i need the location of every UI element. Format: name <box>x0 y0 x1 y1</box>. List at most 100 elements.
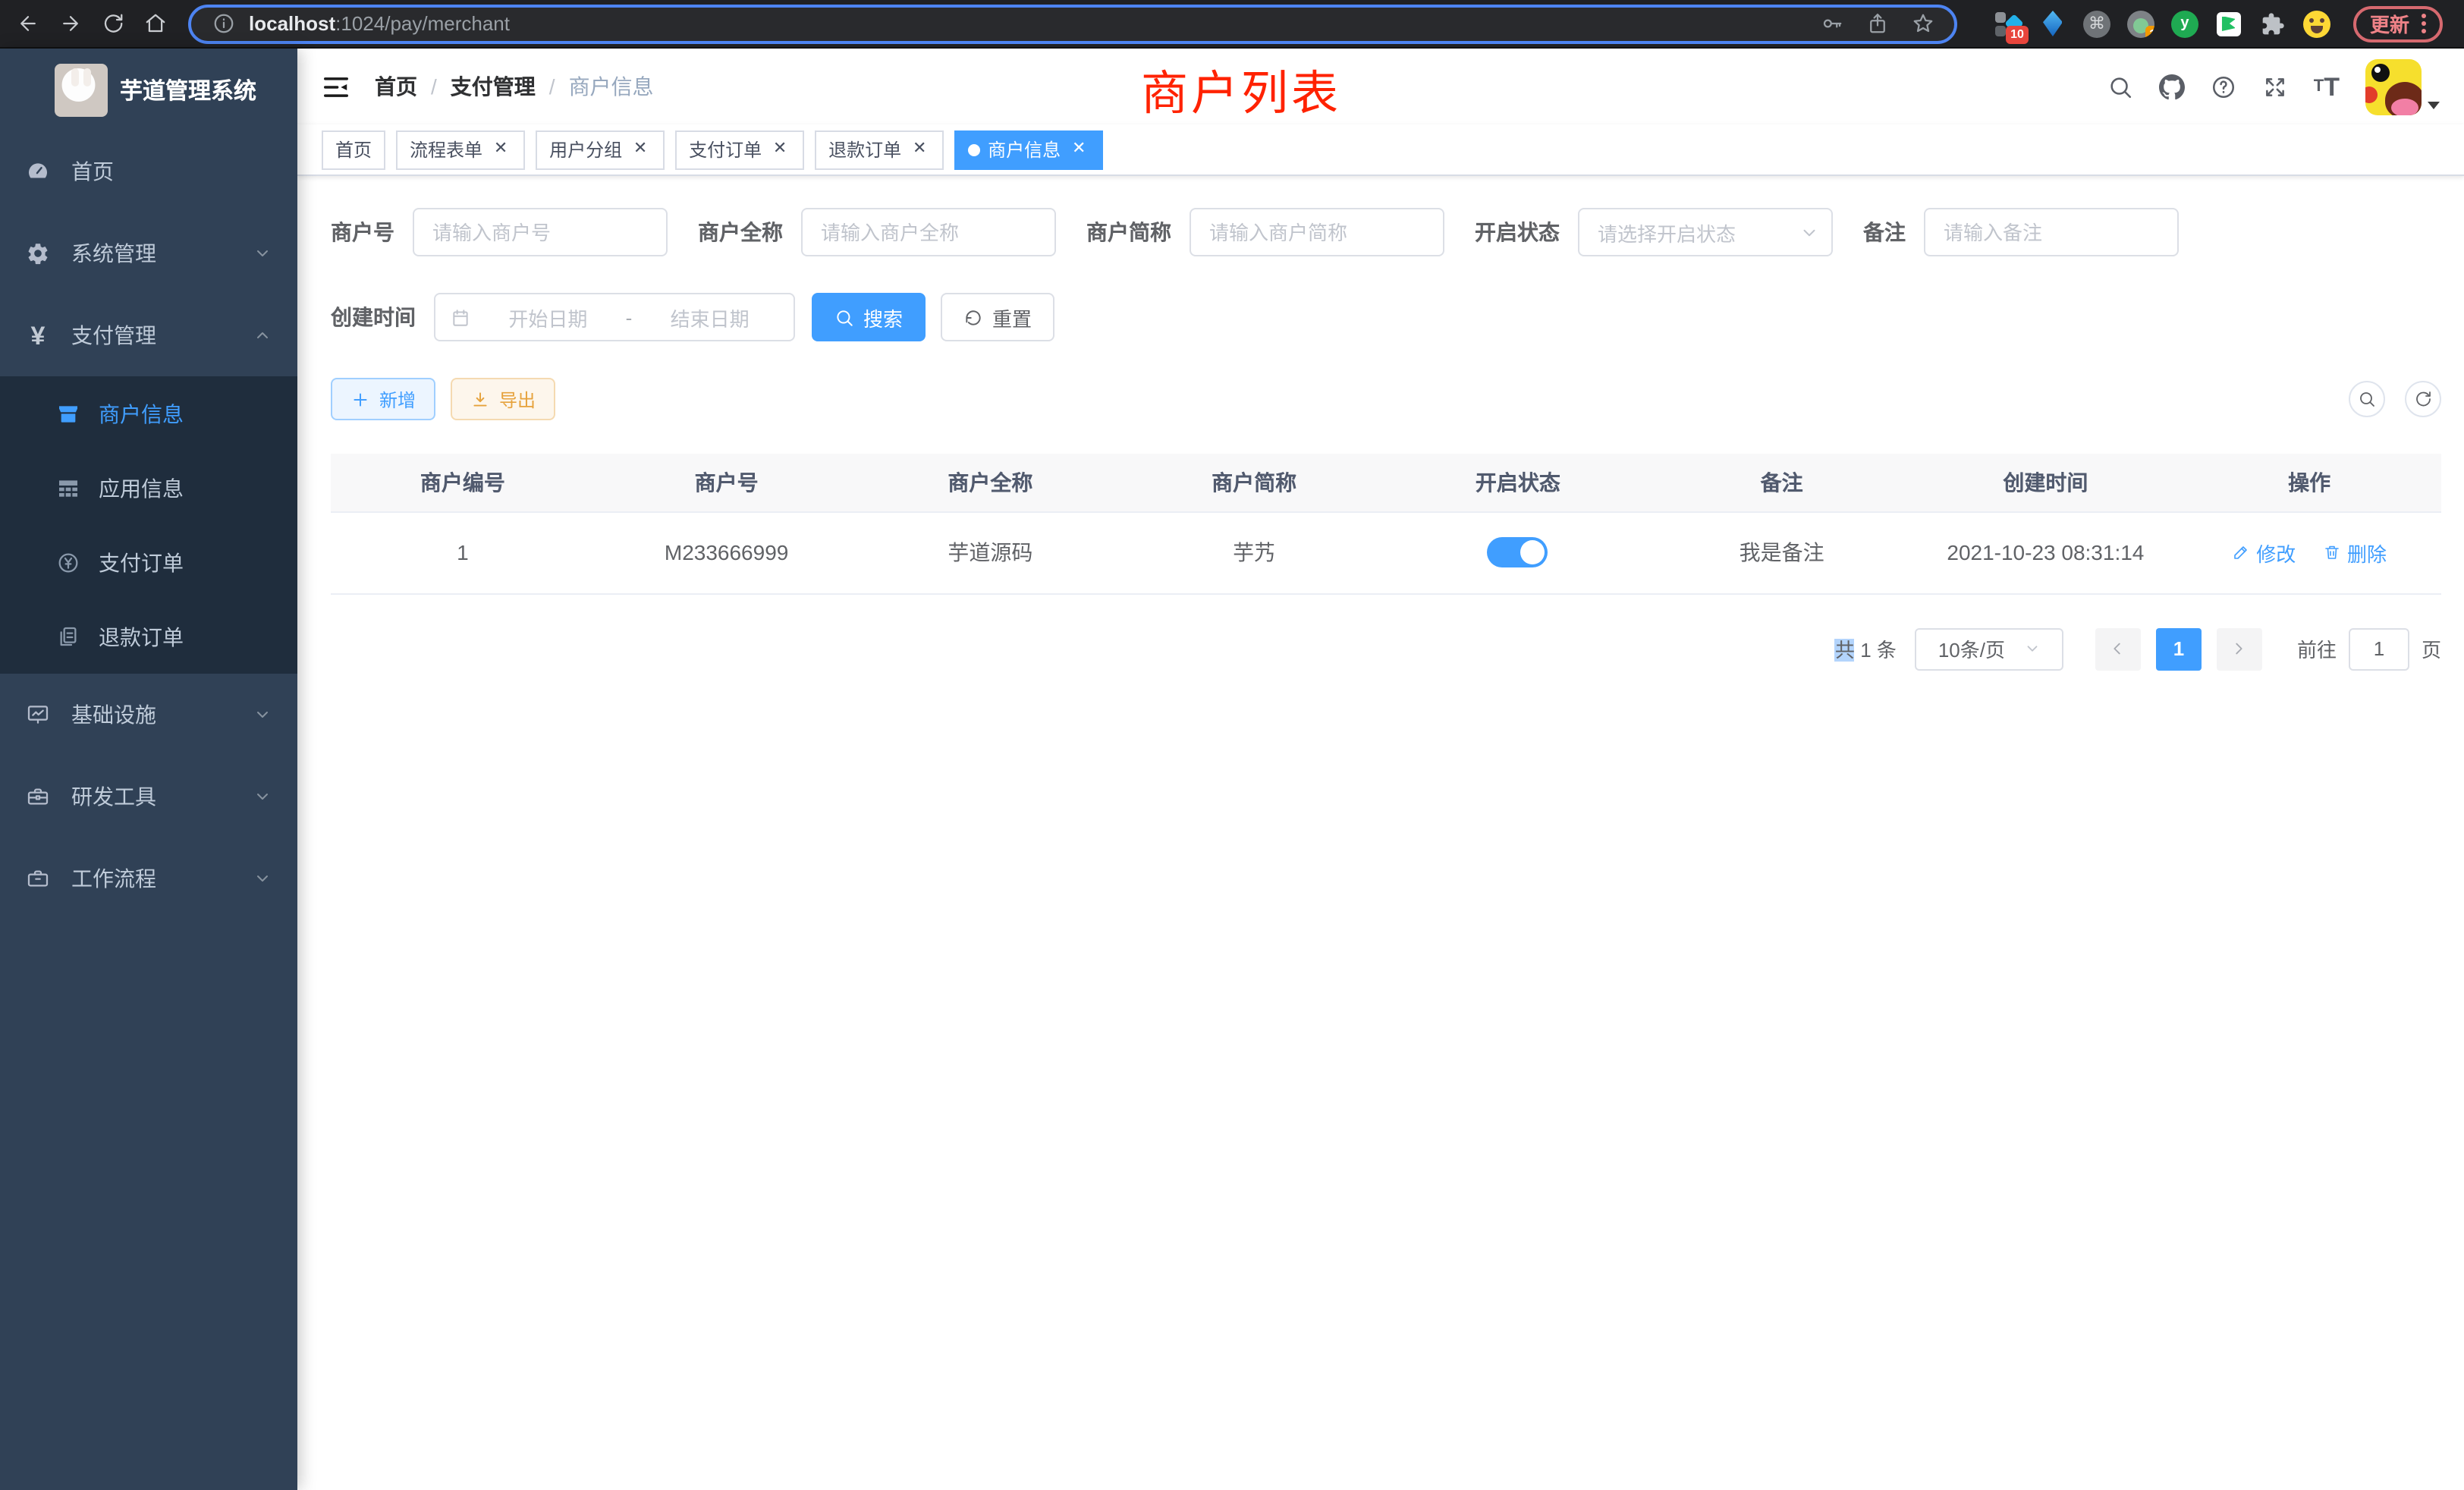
page-number-button[interactable]: 1 <box>2156 627 2202 670</box>
refresh-table-button[interactable] <box>2405 381 2441 417</box>
col-merchant-no: 商户号 <box>595 454 859 511</box>
url-host: localhost <box>249 12 335 35</box>
status-toggle[interactable] <box>1488 537 1548 567</box>
sidebar-item-pay[interactable]: ¥ 支付管理 <box>0 294 297 376</box>
breadcrumb-pay[interactable]: 支付管理 <box>451 71 536 102</box>
goto-page-input[interactable] <box>2349 627 2409 670</box>
font-size-icon[interactable]: TT <box>2314 74 2340 99</box>
extensions-puzzle-icon[interactable] <box>2259 10 2286 37</box>
col-create-time: 创建时间 <box>1914 454 2178 511</box>
sidebar-item-refund-order[interactable]: 退款订单 <box>0 599 297 674</box>
remark-input[interactable] <box>1924 208 2179 256</box>
cell-create-time: 2021-10-23 08:31:14 <box>1914 511 2178 593</box>
browser-update-button[interactable]: 更新 <box>2353 5 2443 42</box>
tab-flow-form[interactable]: 流程表单 ✕ <box>396 130 525 169</box>
extension-command-icon[interactable]: ⌘ <box>2083 10 2110 37</box>
header-search-icon[interactable] <box>2107 74 2133 99</box>
browser-menu-icon[interactable] <box>2422 14 2426 33</box>
avatar[interactable] <box>2365 58 2422 115</box>
github-icon[interactable] <box>2159 74 2185 99</box>
reset-button[interactable]: 重置 <box>941 293 1054 341</box>
sidebar-fold-icon[interactable] <box>322 72 350 101</box>
pagination: 共 1 条 10条/页 1 前往 页 <box>331 627 2441 670</box>
extension-y-icon[interactable]: y <box>2171 10 2198 37</box>
breadcrumb-home[interactable]: 首页 <box>375 71 417 102</box>
chevron-down-icon <box>253 244 272 262</box>
site-info-icon[interactable] <box>209 10 237 37</box>
prev-page-button[interactable] <box>2095 627 2141 670</box>
close-icon[interactable]: ✕ <box>909 139 930 160</box>
bookmark-star-icon[interactable] <box>1909 10 1936 37</box>
breadcrumb-current: 商户信息 <box>569 71 654 102</box>
sidebar-item-infra[interactable]: 基础设施 <box>0 674 297 756</box>
status-label: 开启状态 <box>1475 217 1578 247</box>
close-icon[interactable]: ✕ <box>1068 139 1089 160</box>
sidebar-item-workflow[interactable]: 工作流程 <box>0 838 297 919</box>
close-icon[interactable]: ✕ <box>769 139 790 160</box>
edit-link[interactable]: 修改 <box>2232 538 2296 567</box>
date-separator: - <box>626 306 633 328</box>
filter-row-1: 商户号 商户全称 商户简称 开启状态 请选择开启状态 <box>331 208 2441 256</box>
address-bar[interactable]: localhost:1024/pay/merchant <box>188 4 1957 43</box>
sidebar-item-merchant-info[interactable]: 商户信息 <box>0 376 297 451</box>
browser-toolbar: localhost:1024/pay/merchant 10 ⌘ 1 y <box>0 0 2464 49</box>
yen-circle-icon <box>56 550 80 574</box>
sidebar-item-pay-order[interactable]: 支付订单 <box>0 525 297 599</box>
chevron-up-icon <box>253 326 272 344</box>
sidebar-item-home[interactable]: 首页 <box>0 130 297 212</box>
delete-link[interactable]: 删除 <box>2323 538 2387 567</box>
browser-forward-button[interactable] <box>49 2 91 45</box>
url-text[interactable]: localhost:1024/pay/merchant <box>249 12 510 35</box>
browser-profile-icon[interactable]: 1 <box>2127 10 2154 37</box>
sidebar-item-devtools[interactable]: 研发工具 <box>0 756 297 838</box>
extension-kite-icon[interactable] <box>2039 10 2066 37</box>
password-key-icon[interactable] <box>1818 10 1845 37</box>
extensions-tray: 10 ⌘ 1 y 更新 <box>1995 5 2452 42</box>
browser-back-button[interactable] <box>6 2 49 45</box>
goto-prefix: 前往 <box>2297 634 2337 663</box>
create-time-range-picker[interactable]: 开始日期 - 结束日期 <box>434 293 795 341</box>
tab-label: 流程表单 <box>410 137 482 162</box>
tab-user-group[interactable]: 用户分组 ✕ <box>536 130 665 169</box>
tab-label: 用户分组 <box>549 137 622 162</box>
tab-pay-order[interactable]: 支付订单 ✕ <box>675 130 804 169</box>
close-icon[interactable]: ✕ <box>630 139 651 160</box>
export-button[interactable]: 导出 <box>451 378 555 420</box>
search-button[interactable]: 搜索 <box>812 293 926 341</box>
share-icon[interactable] <box>1863 10 1890 37</box>
pagination-goto: 前往 页 <box>2297 627 2441 670</box>
fullscreen-icon[interactable] <box>2262 74 2288 99</box>
sidebar-item-label: 基础设施 <box>71 699 156 730</box>
next-page-button[interactable] <box>2217 627 2262 670</box>
add-button[interactable]: 新增 <box>331 378 435 420</box>
chevron-left-icon <box>2110 640 2126 657</box>
cell-short-name: 芋艿 <box>1122 511 1386 593</box>
merchant-short-input[interactable] <box>1190 208 1444 256</box>
close-icon[interactable]: ✕ <box>490 139 511 160</box>
tab-refund-order[interactable]: 退款订单✕ <box>815 130 944 169</box>
sidebar-logo[interactable]: 芋道管理系统 <box>0 49 297 130</box>
merchant-no-input[interactable] <box>413 208 668 256</box>
status-select[interactable]: 请选择开启状态 <box>1578 208 1833 256</box>
sidebar-item-label: 商户信息 <box>99 398 184 429</box>
user-avatar-menu[interactable] <box>2365 58 2440 115</box>
browser-home-button[interactable] <box>134 2 176 45</box>
extension-blocks-icon[interactable]: 10 <box>1995 10 2022 37</box>
tab-label: 首页 <box>335 137 372 162</box>
date-end-placeholder: 结束日期 <box>641 303 778 332</box>
page-size-select[interactable]: 10条/页 <box>1915 627 2063 670</box>
sidebar-item-app-info[interactable]: 应用信息 <box>0 451 297 525</box>
tab-label: 支付订单 <box>689 137 762 162</box>
tab-home[interactable]: 首页 <box>322 130 385 169</box>
browser-reload-button[interactable] <box>91 2 134 45</box>
toggle-search-button[interactable] <box>2349 381 2385 417</box>
pagination-total: 共 1 条 <box>1835 634 1897 663</box>
col-actions: 操作 <box>2177 454 2441 511</box>
extension-doc-icon[interactable] <box>2215 10 2242 37</box>
search-button-label: 搜索 <box>863 303 903 332</box>
tab-merchant-info[interactable]: 商户信息✕ <box>954 130 1103 169</box>
sidebar-item-system[interactable]: 系统管理 <box>0 212 297 294</box>
extension-emoji-icon[interactable] <box>2303 10 2330 37</box>
help-icon[interactable] <box>2211 74 2236 99</box>
merchant-name-input[interactable] <box>801 208 1056 256</box>
